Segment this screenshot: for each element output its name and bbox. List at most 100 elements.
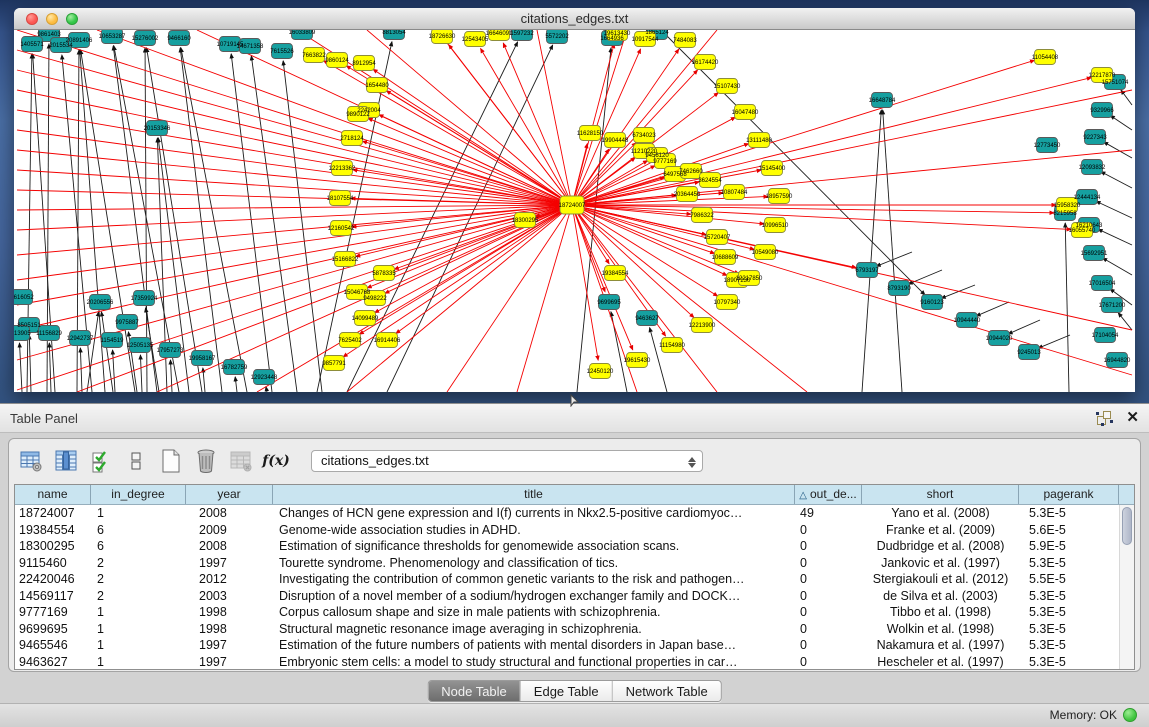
graph-edge — [394, 205, 572, 269]
graph-node-label: 19613430 — [604, 31, 631, 37]
vertical-scrollbar[interactable] — [1119, 505, 1134, 669]
table-settings-icon[interactable] — [19, 448, 43, 474]
graph-node-label: 20206556 — [87, 300, 114, 306]
network-selector-value: citations_edges.txt — [321, 453, 429, 468]
table-row[interactable]: 969969511998Structural magnetic resonanc… — [15, 621, 1119, 638]
graph-node-label: 12505135 — [127, 343, 154, 349]
table-cell: 1 — [91, 505, 186, 522]
column-header-in-degree[interactable]: in_degree — [91, 485, 186, 504]
graph-node-label: 19904448 — [602, 138, 629, 144]
graph-node-label: 9890122 — [346, 112, 370, 118]
network-selector[interactable]: citations_edges.txt — [311, 450, 703, 472]
graph-node-label: 10944440 — [954, 318, 981, 324]
graph-node-label: 1597232 — [510, 31, 534, 37]
network-window-titlebar[interactable]: citations_edges.txt — [14, 8, 1135, 30]
table-frame: f(x) citations_edges.txt namein_degreeye… — [8, 438, 1141, 672]
table-row[interactable]: 1830029562008Estimation of significance … — [15, 538, 1119, 555]
table-cell: Wolkin et al. (1998) — [862, 621, 1019, 638]
graph-edge — [80, 348, 82, 392]
graph-node-label: 2718124 — [340, 136, 364, 142]
graph-edge — [503, 43, 572, 205]
table-row[interactable]: 946554611997Estimation of the future num… — [15, 637, 1119, 654]
graph-edge — [883, 110, 902, 392]
rows-icon[interactable] — [124, 448, 148, 474]
graph-node-label: 10917544 — [632, 37, 659, 43]
table-header-row: namein_degreeyeartitle△out_de...shortpag… — [15, 485, 1134, 505]
graph-node-label: 9860124 — [325, 58, 349, 64]
graph-edge — [375, 205, 572, 313]
table-cell: 9115460 — [15, 555, 91, 572]
graph-node-label: 12213362 — [329, 166, 356, 172]
graph-node-label: 12444134 — [1074, 195, 1101, 201]
graph-node-label: 14099489 — [352, 316, 379, 322]
graph-edge — [1008, 320, 1040, 334]
scrollbar-thumb[interactable] — [1122, 507, 1132, 545]
table-cell: 9699695 — [15, 621, 91, 638]
new-document-icon[interactable] — [159, 448, 183, 474]
graph-node-label: 10688609 — [712, 255, 739, 261]
select-all-check-icon[interactable] — [89, 448, 113, 474]
graph-node-label: 9463627 — [635, 316, 659, 322]
graph-node-label: 14671358 — [237, 44, 264, 50]
delete-icon[interactable] — [194, 448, 218, 474]
table-row[interactable]: 911546021997Tourette syndrome. Phenomeno… — [15, 555, 1119, 572]
delete-table-disabled-icon[interactable] — [229, 448, 253, 474]
table-row[interactable]: 1938455462009Genome-wide association stu… — [15, 522, 1119, 539]
graph-node-label: 8215958 — [1053, 211, 1077, 217]
table-row[interactable]: 1456911722003Disruption of a novel membe… — [15, 588, 1119, 605]
table-cell: 2009 — [186, 522, 273, 539]
table-cell: 9465546 — [15, 637, 91, 654]
graph-node-label: 11154980 — [659, 343, 685, 349]
graph-node-label: 12773450 — [1034, 143, 1061, 149]
network-window: citations_edges.txt 98614031405571201553… — [14, 8, 1135, 392]
table-cell: 18300295 — [15, 538, 91, 555]
column-chooser-icon[interactable] — [54, 448, 78, 474]
table-cell: 6 — [91, 538, 186, 555]
function-builder-icon[interactable]: f(x) — [264, 448, 288, 474]
graph-node-label: 15166822 — [332, 257, 359, 263]
graph-edge — [29, 335, 31, 392]
memory-indicator[interactable]: Memory: OK — [1050, 708, 1137, 722]
column-header-year[interactable]: year — [186, 485, 273, 504]
table-cell: Embryonic stem cells: a model to study s… — [273, 654, 795, 670]
network-canvas[interactable]: 9861403140557120155342089140610653287152… — [14, 30, 1135, 392]
graph-node-label: 12160542 — [328, 226, 355, 232]
close-icon[interactable]: ✕ — [1126, 410, 1139, 425]
table-row[interactable]: 977716911998Corpus callosum shape and si… — [15, 604, 1119, 621]
graph-edge — [1103, 258, 1132, 275]
close-window-icon[interactable] — [26, 13, 38, 25]
table-cell: Tourette syndrome. Phenomenology and cla… — [273, 555, 795, 572]
graph-node-label: 16944820 — [1104, 358, 1131, 364]
zoom-window-icon[interactable] — [66, 13, 78, 25]
graph-node-label: 7462660 — [679, 169, 703, 175]
graph-node-label: 8505151 — [17, 323, 41, 329]
graph-edge — [976, 302, 1009, 316]
table-row[interactable]: 2242004622012Investigating the contribut… — [15, 571, 1119, 588]
graph-node-label: 10653287 — [99, 34, 126, 40]
minimize-window-icon[interactable] — [46, 13, 58, 25]
table-cell: 5.3E-5 — [1019, 604, 1119, 621]
table-panel-header: Table Panel ✕ — [0, 403, 1149, 433]
table-cell: Disruption of a novel member of a sodium… — [273, 588, 795, 605]
network-svg[interactable]: 9861403140557120155342089140610653287152… — [14, 30, 1135, 392]
tab-network-table[interactable]: Network Table — [612, 681, 721, 701]
table-cell: 1 — [91, 637, 186, 654]
column-header-name[interactable]: name — [15, 485, 91, 504]
column-header-pagerank[interactable]: pagerank — [1019, 485, 1119, 504]
tab-node-table[interactable]: Node Table — [428, 681, 520, 701]
desktop-background: citations_edges.txt 98614031405571201553… — [0, 0, 1149, 403]
table-cell: Franke et al. (2009) — [862, 522, 1019, 539]
column-header-title[interactable]: title — [273, 485, 795, 504]
table-cell: 22420046 — [15, 571, 91, 588]
graph-node-label: 7663822 — [302, 53, 326, 59]
table-cell: 2003 — [186, 588, 273, 605]
column-header-out-de-[interactable]: △out_de... — [795, 485, 862, 504]
table-row[interactable]: 1872400712008Changes of HCN gene express… — [15, 505, 1119, 522]
tab-edge-table[interactable]: Edge Table — [520, 681, 612, 701]
graph-node-label: 11054408 — [1032, 55, 1059, 61]
table-row[interactable]: 946362711997Embryonic stem cells: a mode… — [15, 654, 1119, 670]
float-window-icon[interactable] — [1097, 410, 1112, 425]
column-header-short[interactable]: short — [862, 485, 1019, 504]
graph-node-label: 19615430 — [624, 358, 651, 364]
table-cell: 0 — [795, 604, 862, 621]
